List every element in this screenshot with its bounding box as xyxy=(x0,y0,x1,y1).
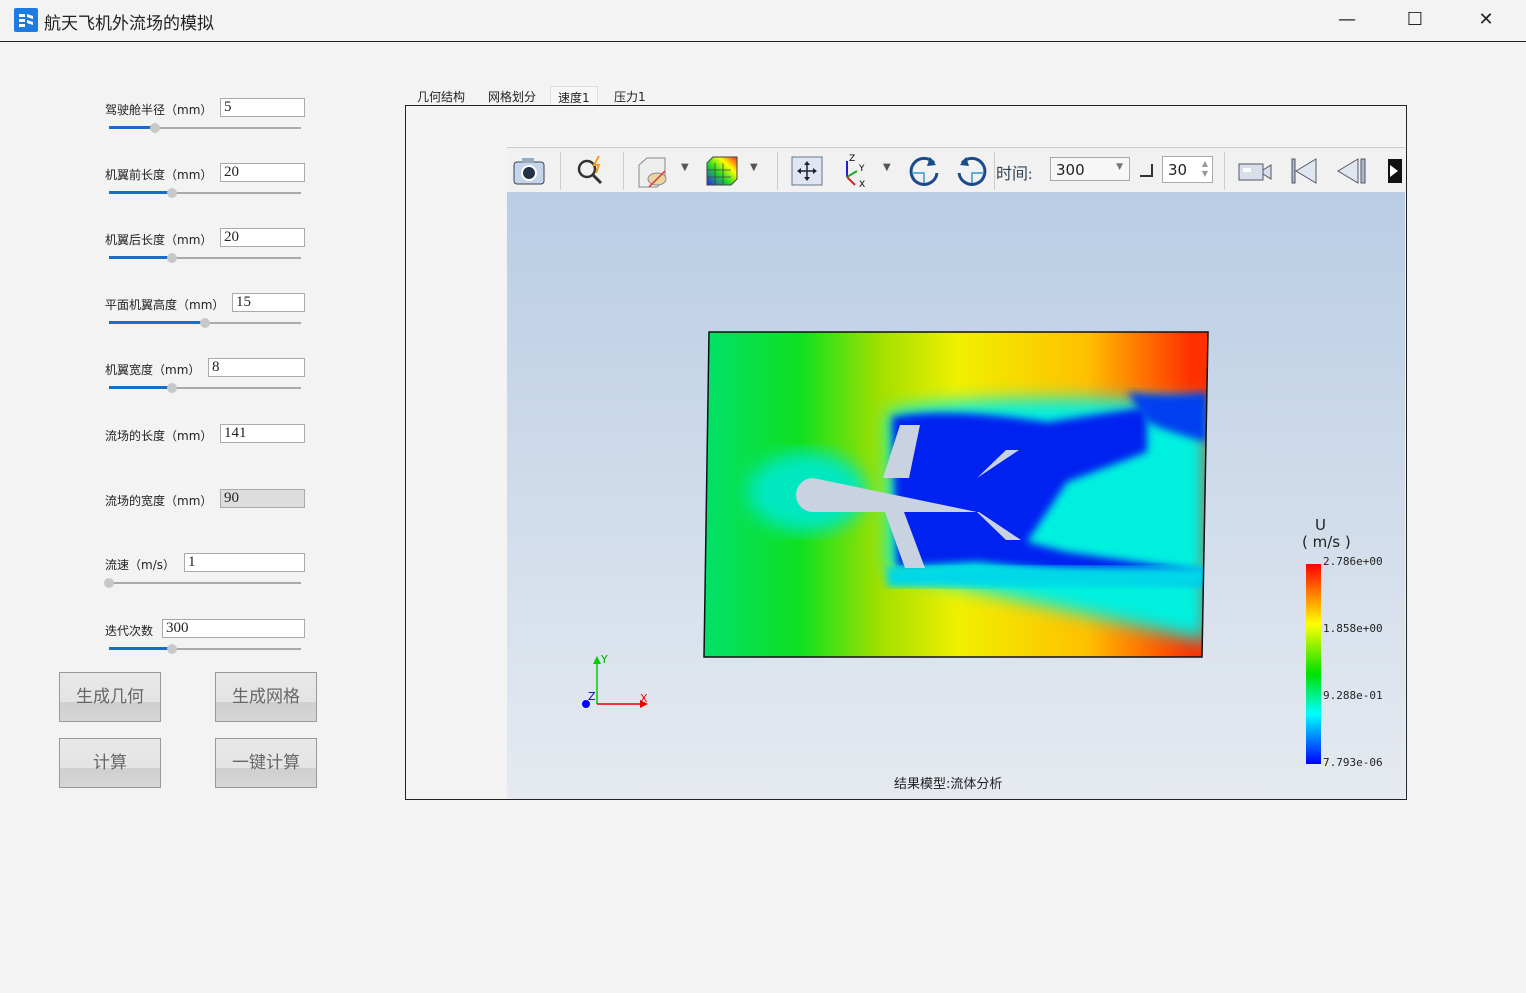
legend-tick: 1.858e+00 xyxy=(1323,622,1383,635)
compute-button[interactable]: 计算 xyxy=(59,738,161,788)
param-input[interactable]: 20 xyxy=(220,228,305,247)
param-input[interactable]: 1 xyxy=(184,553,305,572)
viewer-caption: 结果模型:流体分析 xyxy=(894,777,1003,792)
param-label: 流场的长度（mm） xyxy=(105,429,213,443)
legend-title: U xyxy=(1315,516,1326,534)
tab-pressure[interactable]: 压力1 xyxy=(607,86,653,105)
axis-y-label: Y xyxy=(600,653,608,666)
next-frame-icon[interactable] xyxy=(1382,153,1402,189)
param-label: 流速（m/s） xyxy=(105,558,175,572)
tab-velocity[interactable]: 速度1 xyxy=(550,86,598,105)
slider-handle[interactable] xyxy=(104,578,114,588)
time-label: 时间: xyxy=(996,166,1033,183)
color-map-icon[interactable] xyxy=(704,153,740,189)
param-input[interactable]: 5 xyxy=(220,98,305,117)
viewer-toolbar: ▼ ▼ ZYX ▼ 时间: 300 ▼ 30 ▲ ▼ xyxy=(507,147,1405,192)
slider-handle[interactable] xyxy=(167,253,178,263)
clip-plane-icon[interactable] xyxy=(635,153,671,189)
legend-tick: 2.786e+00 xyxy=(1323,555,1383,568)
time-select[interactable]: 300 ▼ xyxy=(1050,157,1130,181)
axis-orientation-icon[interactable]: ZYX xyxy=(837,153,873,189)
camera-icon[interactable] xyxy=(511,153,547,189)
param-slider[interactable] xyxy=(109,644,301,654)
generate-geometry-button[interactable]: 生成几何 xyxy=(59,672,161,722)
param-slider[interactable] xyxy=(109,253,301,263)
param-slider[interactable] xyxy=(104,578,301,588)
param-label: 机翼前长度（mm） xyxy=(105,168,213,182)
param-slider[interactable] xyxy=(109,188,301,198)
title-bar: 航天飞机外流场的模拟 — ☐ ✕ xyxy=(0,0,1526,42)
app-icon xyxy=(14,8,38,32)
time-value: 300 xyxy=(1056,161,1085,179)
svg-text:Z: Z xyxy=(849,154,855,164)
svg-text:Y: Y xyxy=(858,164,865,174)
window-title: 航天飞机外流场的模拟 xyxy=(44,14,214,34)
slider-handle[interactable] xyxy=(167,188,178,198)
loop-checkbox[interactable] xyxy=(1140,164,1153,177)
slider-handle[interactable] xyxy=(167,644,178,654)
param-slider[interactable] xyxy=(109,383,301,393)
dropdown-arrow-icon[interactable]: ▼ xyxy=(750,162,758,173)
axis-triad: Y X Z xyxy=(582,653,648,708)
axis-x-label: X xyxy=(640,692,648,705)
step-value: 30 xyxy=(1168,161,1188,179)
legend-unit: ( m/s ) xyxy=(1302,533,1351,551)
tab-mesh[interactable]: 网格划分 xyxy=(481,86,543,105)
tab-geometry[interactable]: 几何结构 xyxy=(410,86,472,105)
generate-mesh-button[interactable]: 生成网格 xyxy=(215,672,317,722)
previous-frame-icon[interactable] xyxy=(1334,153,1370,189)
velocity-contour-plot: Y X Z xyxy=(582,331,1209,708)
legend-tick: 7.793e-06 xyxy=(1323,756,1383,769)
color-legend-bar xyxy=(1306,564,1321,764)
slider-handle[interactable] xyxy=(200,318,210,328)
slider-handle[interactable] xyxy=(167,383,178,393)
param-input[interactable]: 141 xyxy=(220,424,305,443)
first-frame-icon[interactable] xyxy=(1286,153,1322,189)
param-label: 机翼后长度（mm） xyxy=(105,233,213,247)
param-input[interactable]: 20 xyxy=(220,163,305,182)
param-input[interactable]: 8 xyxy=(208,358,305,377)
param-slider[interactable] xyxy=(109,318,301,328)
param-label: 平面机翼高度（mm） xyxy=(105,298,225,312)
param-slider[interactable] xyxy=(109,123,301,133)
param-label: 流场的宽度（mm） xyxy=(105,494,213,508)
spin-arrows-icon[interactable]: ▲ ▼ xyxy=(1202,159,1208,179)
svg-text:X: X xyxy=(859,180,865,189)
axis-z-label: Z xyxy=(588,690,596,703)
slider-handle[interactable] xyxy=(150,123,161,133)
minimize-button[interactable]: — xyxy=(1327,6,1367,34)
param-label: 机翼宽度（mm） xyxy=(105,363,201,377)
dropdown-arrow-icon: ▼ xyxy=(1116,162,1123,172)
param-label: 驾驶舱半径（mm） xyxy=(105,103,213,117)
step-spinbox[interactable]: 30 ▲ ▼ xyxy=(1162,156,1213,183)
3d-viewport[interactable]: Y X Z U ( m/s ) 2.786e+00 1.858e+00 9.28… xyxy=(507,192,1405,799)
zoom-search-icon[interactable] xyxy=(573,153,609,189)
dropdown-arrow-icon[interactable]: ▼ xyxy=(681,162,689,173)
param-input: 90 xyxy=(220,489,305,508)
fit-view-icon[interactable] xyxy=(789,153,825,189)
param-input[interactable]: 15 xyxy=(232,293,305,312)
param-label: 迭代次数 xyxy=(105,624,154,638)
param-input[interactable]: 300 xyxy=(162,619,305,638)
rotate-counterclockwise-icon[interactable] xyxy=(954,153,990,189)
maximize-button[interactable]: ☐ xyxy=(1395,6,1435,34)
one-click-compute-button[interactable]: 一键计算 xyxy=(215,738,317,788)
dropdown-arrow-icon[interactable]: ▼ xyxy=(883,162,891,173)
legend-tick: 9.288e-01 xyxy=(1323,689,1383,702)
rotate-clockwise-icon[interactable] xyxy=(906,153,942,189)
close-button[interactable]: ✕ xyxy=(1466,6,1506,34)
video-record-icon[interactable] xyxy=(1237,153,1273,189)
